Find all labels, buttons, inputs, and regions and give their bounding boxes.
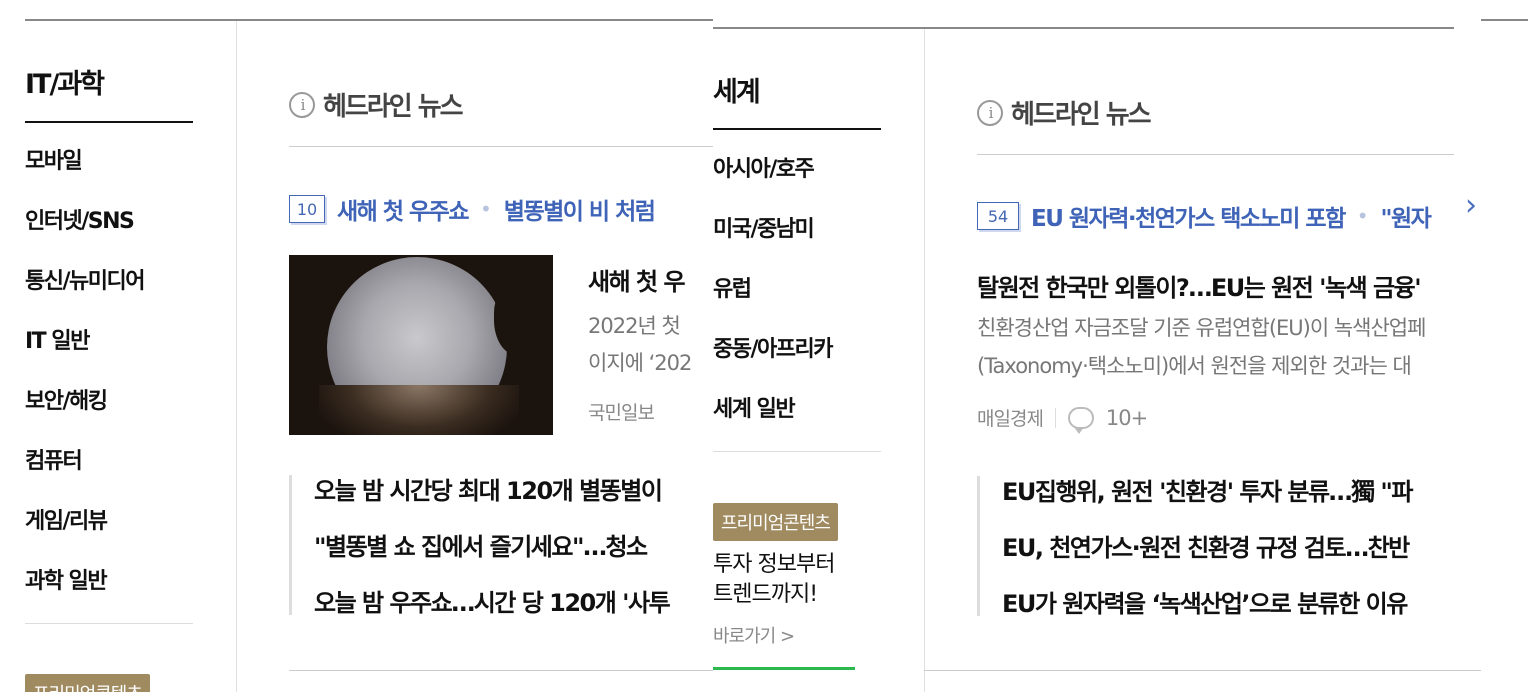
promo-accent-line	[713, 667, 855, 670]
related-article[interactable]: 오늘 밤 우주쇼…시간 당 120개 '사투	[314, 583, 715, 618]
tree-silhouette	[494, 285, 539, 355]
summary-line: (Taxonomy·택소노미)에서 원전을 제외한 것과는 대	[977, 354, 1412, 378]
main-headline[interactable]: 새해 첫 우	[588, 262, 715, 297]
menu-item-americas[interactable]: 미국/중남미	[713, 211, 815, 243]
topic-bar: 10 새해 첫 우주쇼 • 별똥별이 비 처럼	[289, 192, 656, 226]
it-science-section: IT/과학 모바일 인터넷/SNS 통신/뉴미디어 IT 일반 보안/해킹 컴퓨…	[0, 0, 715, 692]
related-article[interactable]: 오늘 밤 시간당 최대 120개 별똥별이	[314, 471, 715, 506]
headline-news-label: i 헤드라인 뉴스	[289, 86, 464, 123]
column-divider	[924, 29, 925, 692]
menu-item-it-general[interactable]: IT 일반	[25, 323, 90, 355]
menu-item-europe[interactable]: 유럽	[713, 271, 752, 303]
topic-link[interactable]: 별똥별이 비 처럼	[504, 192, 656, 226]
headline-news-label: i 헤드라인 뉴스	[977, 94, 1152, 131]
comment-icon[interactable]	[1067, 406, 1094, 434]
menu-item-asia-australia[interactable]: 아시아/호주	[713, 151, 815, 183]
menu-item-security[interactable]: 보안/해킹	[25, 383, 108, 415]
premium-badge[interactable]: 프리미엄콘텐츠	[25, 674, 150, 692]
related-article[interactable]: EU집행위, 원전 '친환경' 투자 분류…獨 "파	[1002, 472, 1454, 507]
headline-news-text: 헤드라인 뉴스	[1011, 100, 1152, 130]
topic-link[interactable]: "원자	[1381, 199, 1432, 233]
menu-item-science-general[interactable]: 과학 일반	[25, 563, 108, 595]
promo-line: 투자 정보부터	[713, 552, 835, 577]
menu-item-middle-east-africa[interactable]: 중동/아프리카	[713, 331, 833, 363]
article-count-badge: 10	[289, 195, 325, 223]
menu-item-world-general[interactable]: 세계 일반	[713, 391, 796, 423]
menu-divider	[25, 623, 193, 624]
promo-text[interactable]: 투자 정보부터 트렌드까지!	[713, 550, 835, 610]
topic-bar: 54 EU 원자력·천연가스 택소노미 포함 • "원자	[977, 199, 1454, 233]
section-title-underline	[713, 128, 881, 130]
section-title[interactable]: 세계	[713, 70, 761, 109]
promo-link[interactable]: 바로가기 >	[713, 622, 795, 648]
headline-news-text: 헤드라인 뉴스	[323, 92, 464, 122]
comment-count[interactable]: 10+	[1106, 406, 1148, 430]
world-section: 세계 아시아/호주 미국/중남미 유럽 중동/아프리카 세계 일반 프리미엄콘텐…	[713, 0, 1481, 692]
horizon	[319, 385, 519, 435]
menu-item-telecom[interactable]: 통신/뉴미디어	[25, 263, 145, 295]
menu-item-mobile[interactable]: 모바일	[25, 143, 83, 175]
column-divider	[236, 21, 237, 692]
related-article[interactable]: EU가 원자력을 ‘녹색산업’으로 분류한 이유	[1002, 584, 1454, 619]
summary-line: 이지에 ‘202	[588, 351, 692, 375]
section-title-underline	[25, 121, 193, 123]
main-headline[interactable]: 탈원전 한국만 외톨이?…EU는 원전 '녹색 금융'	[977, 268, 1454, 303]
summary-line: 친환경산업 자금조달 기준 유럽연합(EU)이 녹색산업페	[977, 316, 1426, 340]
topic-separator: •	[479, 197, 492, 221]
section-title[interactable]: IT/과학	[25, 62, 105, 101]
headline-rule	[977, 154, 1454, 155]
section-top-line	[713, 27, 1454, 29]
bottom-rule	[924, 670, 1481, 671]
menu-divider	[713, 451, 881, 452]
topic-separator: •	[1356, 204, 1369, 228]
meteor-night-sky-photo[interactable]	[289, 255, 553, 435]
headline-rule	[289, 146, 715, 147]
press-name[interactable]: 매일경제	[977, 404, 1044, 431]
related-bar	[289, 475, 292, 615]
related-bar	[977, 476, 980, 616]
related-article[interactable]: "별똥별 쇼 집에서 즐기세요"…청소	[314, 527, 715, 562]
related-article[interactable]: EU, 천연가스·원전 친환경 규정 검토…찬반	[1002, 528, 1454, 563]
info-icon[interactable]: i	[289, 91, 315, 118]
topic-link[interactable]: EU 원자력·천연가스 택소노미 포함	[1031, 199, 1346, 233]
bottom-rule	[289, 670, 715, 671]
topic-link[interactable]: 새해 첫 우주쇼	[337, 192, 469, 226]
meta-separator	[1054, 407, 1056, 428]
info-icon[interactable]: i	[977, 99, 1003, 126]
press-name[interactable]: 국민일보	[588, 398, 655, 425]
premium-badge[interactable]: 프리미엄콘텐츠	[713, 503, 838, 541]
menu-item-game-review[interactable]: 게임/리뷰	[25, 503, 108, 535]
promo-line: 트렌드까지!	[713, 582, 818, 607]
article-count-badge: 54	[977, 202, 1019, 230]
menu-item-internet-sns[interactable]: 인터넷/SNS	[25, 203, 135, 235]
menu-item-computer[interactable]: 컴퓨터	[25, 443, 83, 475]
chevron-right-icon[interactable]: ›	[1465, 188, 1477, 223]
summary-line: 2022년 첫	[588, 314, 681, 338]
article-meta: 매일경제 10+	[977, 404, 1148, 434]
